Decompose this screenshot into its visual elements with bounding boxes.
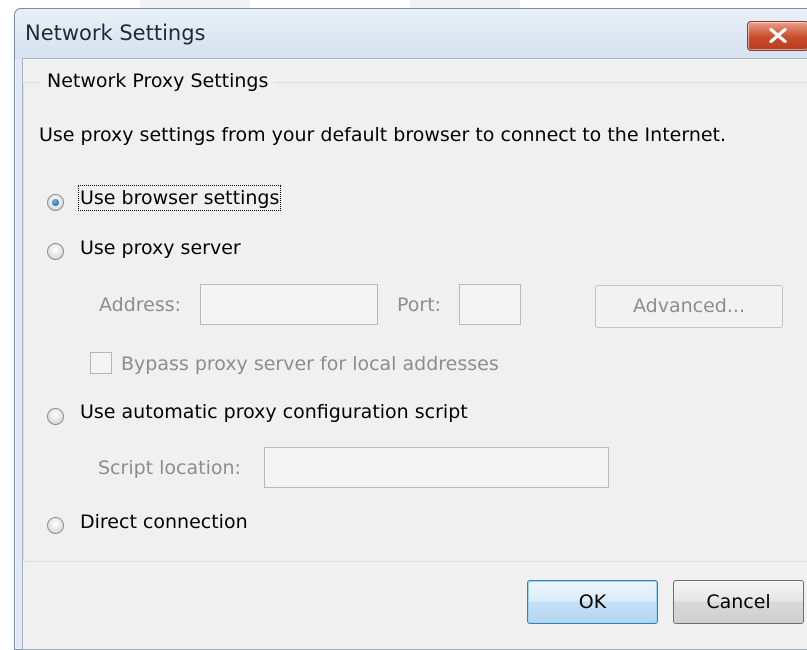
bypass-local-checkbox[interactable] xyxy=(90,352,112,374)
close-x-icon xyxy=(769,28,787,43)
close-button[interactable] xyxy=(747,21,807,51)
window-title: Network Settings xyxy=(25,21,206,45)
port-label: Port: xyxy=(397,294,442,316)
radio-direct-connection[interactable] xyxy=(47,517,64,534)
address-input[interactable] xyxy=(200,284,378,325)
radio-use-browser-settings[interactable] xyxy=(47,194,64,211)
title-bar[interactable]: Network Settings xyxy=(15,9,807,59)
script-location-label: Script location: xyxy=(98,457,241,479)
bypass-local-label[interactable]: Bypass proxy server for local addresses xyxy=(121,353,499,375)
advanced-button[interactable]: Advanced... xyxy=(595,285,783,328)
label-use-proxy-server[interactable]: Use proxy server xyxy=(80,237,241,259)
ok-button[interactable]: OK xyxy=(527,580,658,624)
cancel-button[interactable]: Cancel xyxy=(673,580,804,624)
port-input[interactable] xyxy=(459,284,521,325)
group-legend: Network Proxy Settings xyxy=(41,70,275,92)
address-label: Address: xyxy=(99,294,182,316)
script-location-input[interactable] xyxy=(264,447,609,488)
description-text: Use proxy settings from your default bro… xyxy=(39,124,727,146)
dialog-client-area: Network Proxy Settings Use proxy setting… xyxy=(22,58,807,650)
label-use-browser-settings[interactable]: Use browser settings xyxy=(77,185,282,211)
radio-use-auto-script[interactable] xyxy=(47,408,64,425)
label-direct-connection[interactable]: Direct connection xyxy=(80,511,248,533)
radio-use-proxy-server[interactable] xyxy=(47,243,64,260)
label-use-auto-script[interactable]: Use automatic proxy configuration script xyxy=(80,401,468,423)
network-settings-dialog: Network Settings Network Proxy Settings … xyxy=(14,8,807,650)
